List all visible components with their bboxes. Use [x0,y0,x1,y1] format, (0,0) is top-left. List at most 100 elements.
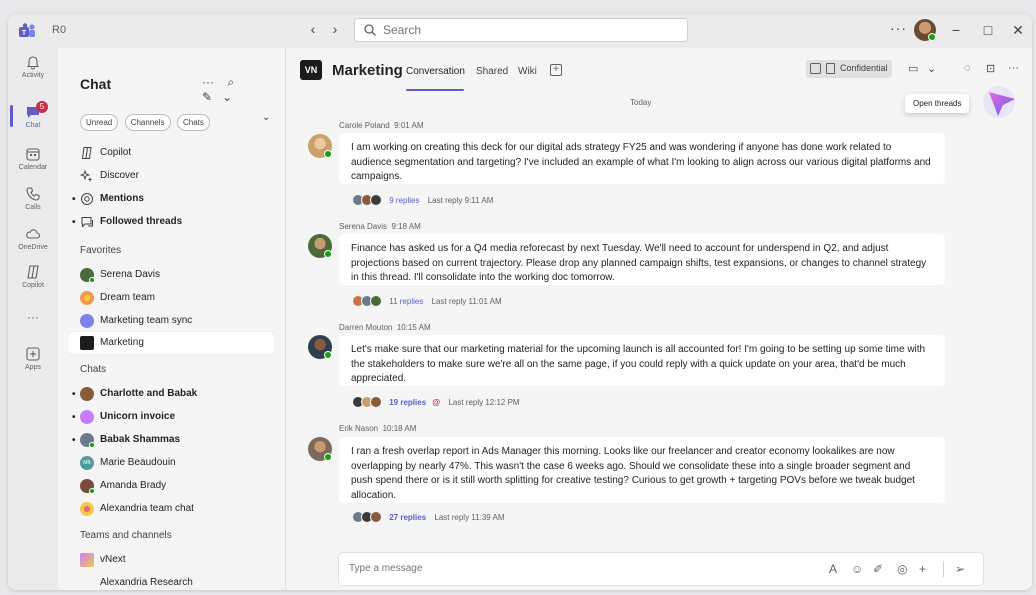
pane-title: Chat [80,76,112,92]
list-item-babak-shammas[interactable]: • Babak Shammas [68,429,274,451]
list-item-label: Dream team [100,292,156,303]
list-item-vnext[interactable]: vNext [68,549,274,571]
rail-label-copilot: Copilot [22,282,44,289]
list-item-copilot[interactable]: Copilot [68,142,274,164]
chats-header[interactable]: Chats [80,364,106,375]
close-button[interactable]: ✕ [1010,22,1026,39]
reply-summary[interactable]: 9 replies Last reply 9:11 AM [352,194,493,208]
list-item-amanda-brady[interactable]: Amanda Brady [68,475,274,497]
reply-summary[interactable]: 27 replies Last reply 11:39 AM [352,511,505,525]
filter-channels[interactable]: Channels [124,114,171,131]
message-input[interactable] [349,563,749,574]
rail-label-onedrive: OneDrive [18,244,48,251]
settings-more-icon[interactable]: ··· [890,20,907,36]
reply-count[interactable]: 9 replies [389,196,419,205]
list-item-alexandria-research[interactable]: Alexandria Research [68,572,274,590]
rail-calendar[interactable]: Calendar [8,146,58,171]
rail-calls[interactable]: Calls [8,186,58,211]
rail-copilot[interactable]: Copilot [8,264,58,289]
group-avatar [80,410,94,424]
send-icon[interactable]: ➢ [955,562,965,576]
reply-count[interactable]: 27 replies [389,513,426,522]
filter-chats[interactable]: Chats [176,114,210,131]
search-box[interactable] [354,18,688,42]
list-item-label: Marketing team sync [100,315,193,326]
teams-header[interactable]: Teams and channels [80,530,172,541]
channel-title: Marketing [332,62,403,79]
list-item-marie-beaudouin[interactable]: MB Marie Beaudouin [68,452,274,474]
list-item-discover[interactable]: Discover [68,165,274,187]
rail-label-activity: Activity [21,72,45,79]
list-item-marketing-team-sync[interactable]: Marketing team sync [68,310,274,332]
list-item-mentions[interactable]: • Mentions [68,188,274,210]
tab-wiki[interactable]: Wiki [518,66,537,77]
minimize-button[interactable]: − [948,22,964,38]
attach-plus-icon[interactable]: + [919,562,926,576]
mention-icon: @ [432,397,441,407]
new-chat-icon[interactable]: ✎ [202,90,212,104]
profile-avatar[interactable] [914,19,936,41]
reply-avatar [370,295,382,307]
video-call-icon[interactable]: ▭ [908,62,918,75]
add-tab-button[interactable]: + [550,64,562,76]
list-item-alexandria-team-chat[interactable]: Alexandria team chat [68,498,274,520]
reply-summary[interactable]: 19 replies @ Last reply 12:12 PM [352,396,520,410]
message-bubble: Let's make sure that our marketing mater… [339,335,945,386]
confidential-label: Confidential [840,63,888,73]
message-time: 10:15 AM [396,323,431,332]
message-bubble: Finance has asked us for a Q4 media refo… [339,234,945,285]
back-icon[interactable]: ‹ [304,21,322,37]
list-item-label: Serena Davis [100,269,161,280]
favorites-header[interactable]: Favorites [80,245,121,256]
pane-search-icon[interactable]: ⌕ [227,75,234,89]
list-item-label: Alexandria Research [100,577,193,588]
pane-actions: ··· ⌕ ✎ ⌄ [202,75,285,104]
chevron-down-icon[interactable]: ⌄ [927,62,936,75]
list-item-marketing[interactable]: Marketing [68,332,274,354]
filter-expand-icon[interactable]: ⌄ [262,112,270,123]
avatar[interactable] [308,335,332,359]
reply-avatar [370,511,382,523]
list-item-followed-threads[interactable]: • Followed threads [68,211,274,233]
more-apps-icon[interactable]: ··· [8,310,58,324]
list-item-unicorn-invoice[interactable]: • Unicorn invoice [68,406,274,428]
rail-activity[interactable]: Activity [8,54,58,79]
emoji-icon[interactable]: ☺ [851,562,863,576]
pane-more-icon[interactable]: ··· [202,75,214,89]
compose-box[interactable]: A ☺ ✐ ◎ + ➢ [338,552,984,586]
copilot-compose-icon[interactable]: ✐ [873,562,883,576]
forward-icon[interactable]: › [326,21,344,37]
rail-onedrive[interactable]: OneDrive [8,226,58,251]
loop-icon[interactable]: ◎ [897,562,907,576]
list-item-dream-team[interactable]: Dream team [68,287,274,309]
reply-avatar [370,396,382,408]
rail-chat[interactable]: 5 Chat [8,101,58,129]
account-initials[interactable]: R0 [52,24,66,36]
avatar[interactable] [308,234,332,258]
tab-conversation[interactable]: Conversation [406,66,465,77]
team-icon [80,553,94,567]
message-bubble: I am working on creating this deck for o… [339,133,945,184]
reply-count[interactable]: 19 replies [389,398,426,407]
sensitivity-label[interactable]: Confidential [806,60,892,78]
rail-label-chat: Chat [25,122,41,129]
tooltip-open-threads: Open threads [905,94,970,113]
search-input[interactable] [383,22,673,38]
avatar[interactable] [308,134,332,158]
maximize-button[interactable]: □ [980,22,996,38]
header-more-icon[interactable]: ··· [1008,62,1019,74]
list-item-serena-davis[interactable]: Serena Davis [68,264,274,286]
filter-unread[interactable]: Unread [80,114,119,131]
reply-count[interactable]: 11 replies [389,297,423,306]
rail-apps[interactable]: Apps [8,346,58,371]
message-time: 9:18 AM [391,222,421,231]
share-screen-icon[interactable]: ⊡ [986,62,995,75]
list-item-charlotte-and-babak[interactable]: • Charlotte and Babak [68,383,274,405]
new-chat-chevron-icon[interactable]: ⌄ [222,90,232,104]
tab-shared[interactable]: Shared [476,66,508,77]
open-threads-icon[interactable]: ◌ [964,62,971,74]
avatar[interactable] [308,437,332,461]
reply-summary[interactable]: 11 replies Last reply 11:01 AM [352,295,502,309]
format-icon[interactable]: A [829,562,837,576]
apps-icon [26,347,40,361]
